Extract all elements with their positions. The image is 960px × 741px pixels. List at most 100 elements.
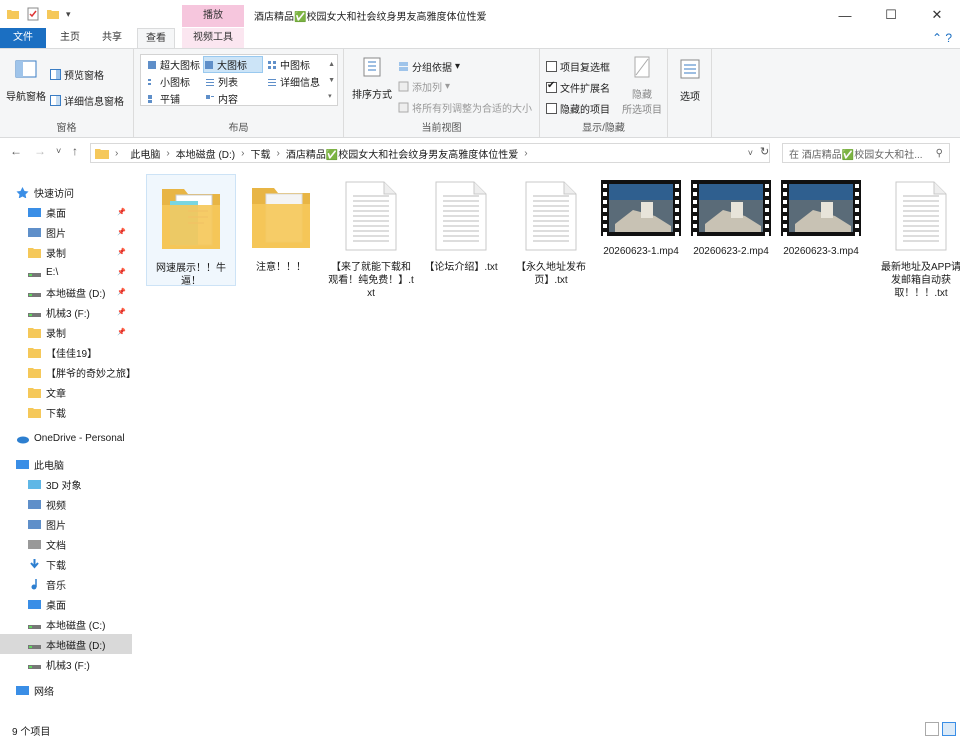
tab-video-tools[interactable]: 视频工具 (182, 28, 244, 48)
details-view-icon[interactable] (925, 722, 939, 736)
sidebar-item[interactable]: 本地磁盘 (C:) (0, 614, 132, 634)
search-input[interactable]: 在 酒店精品✅校园女大和社... (789, 146, 936, 161)
tab-share[interactable]: 共享 (94, 28, 130, 48)
file-list: 网速展示！！牛逼！ 注意！！！ 【来了就能下载和观看！纯免费！】.txt 【论坛介绍】… (140, 170, 960, 710)
sidebar-item[interactable]: E:\ 📌 (0, 262, 132, 282)
sidebar-item[interactable]: 文章 (0, 382, 132, 402)
tab-view[interactable]: 查看 (137, 28, 175, 48)
text-file-item[interactable]: 【来了就能下载和观看！纯免费！】.txt (326, 174, 416, 304)
tab-file[interactable]: 文件 (0, 28, 46, 48)
drive-icon (28, 624, 41, 629)
sidebar-item[interactable]: 网络 (0, 680, 132, 700)
item-checkboxes-checkbox[interactable] (546, 61, 557, 72)
sidebar-item[interactable]: 录制 📌 (0, 322, 132, 342)
sidebar-item[interactable]: 音乐 (0, 574, 132, 594)
recent-locations-button[interactable]: ˅ (56, 146, 61, 156)
video-file-item[interactable]: 20260623-1.mp4 (596, 174, 686, 304)
maximize-button[interactable]: ☐ (868, 0, 914, 30)
large-icons-view-icon[interactable] (942, 722, 956, 736)
nav-pane-button[interactable]: 导航窗格 (6, 57, 46, 103)
sidebar-item[interactable]: OneDrive - Personal (0, 428, 132, 448)
small-icons-option[interactable]: 小图标 (147, 74, 190, 89)
medium-icons-option[interactable]: 中图标 (267, 57, 310, 72)
refresh-button[interactable]: ↻ (760, 145, 769, 158)
sidebar-item[interactable]: 快速访问 (0, 182, 132, 202)
sidebar-item[interactable]: 视频 (0, 494, 132, 514)
sidebar-item[interactable]: 机械3 (F:) (0, 654, 132, 674)
sidebar-item-label: 图片 (46, 520, 66, 532)
sidebar-item[interactable]: 文档 (0, 534, 132, 554)
sidebar-item[interactable]: 桌面 📌 (0, 202, 132, 222)
sidebar-item[interactable]: 下载 (0, 554, 132, 574)
hide-selected-button[interactable]: 隐藏 所选项目 (620, 55, 664, 116)
sort-by-button[interactable]: 排序方式 (350, 55, 394, 101)
pin-icon[interactable]: 📌 (117, 328, 126, 336)
forward-button[interactable]: → (34, 144, 46, 158)
breadcrumb-drive-d[interactable]: 本地磁盘 (D:) (170, 146, 241, 161)
pin-icon[interactable]: 📌 (117, 308, 126, 316)
list-option[interactable]: 列表 (205, 74, 238, 89)
folder-item[interactable]: 网速展示！！牛逼！ (146, 174, 236, 287)
sidebar-item[interactable]: 图片 📌 (0, 222, 132, 242)
sidebar-item[interactable]: 图片 (0, 514, 132, 534)
folder-item[interactable]: 注意！！！ (236, 174, 326, 304)
add-columns-button[interactable]: 添加列 ▾ (398, 79, 450, 94)
breadcrumb-this-pc[interactable]: 此电脑 (124, 146, 166, 161)
content-option[interactable]: 内容 (205, 91, 238, 106)
sidebar-item[interactable]: 本地磁盘 (D:) (0, 634, 132, 654)
file-extensions-toggle[interactable]: 文件扩展名 (546, 80, 610, 95)
help-icon[interactable]: ⌃ ? (932, 31, 952, 45)
address-dropdown-icon[interactable]: ˅ (748, 148, 753, 158)
item-checkboxes-toggle[interactable]: 项目复选框 (546, 59, 610, 74)
group-by-button[interactable]: 分组依据 ▾ (398, 59, 460, 74)
file-extensions-checkbox[interactable] (546, 80, 557, 93)
layout-scroll-icon[interactable]: ▲ ▼ ▾ (328, 57, 335, 105)
tiles-option[interactable]: 平铺 (147, 91, 180, 106)
breadcrumb-current-folder[interactable]: 酒店精品✅校园女大和社会纹身男友高雅度体位性爱 (280, 146, 524, 161)
details-pane-button[interactable]: 详细信息窗格 (50, 93, 124, 108)
xl-icons-option[interactable]: 超大图标 (147, 57, 200, 72)
sidebar-item[interactable]: 录制 📌 (0, 242, 132, 262)
search-box[interactable]: 在 酒店精品✅校园女大和社... ⚲ (782, 143, 950, 163)
sidebar-item[interactable]: 下载 (0, 402, 132, 422)
pin-icon[interactable]: 📌 (117, 248, 126, 256)
minimize-button[interactable]: — (822, 0, 868, 30)
preview-pane-button[interactable]: 预览窗格 (50, 67, 104, 82)
large-icons-option[interactable]: 大图标 (203, 56, 263, 73)
sidebar-item[interactable]: 机械3 (F:) 📌 (0, 302, 132, 322)
sidebar-item[interactable]: 桌面 (0, 594, 132, 614)
text-file-item[interactable]: 【永久地址发布页】.txt (506, 174, 596, 304)
options-button[interactable]: 选项 (670, 57, 710, 103)
size-columns-button[interactable]: 将所有列调整为合适的大小 (398, 100, 532, 115)
video-file-item[interactable]: 20260623-3.mp4 (776, 174, 866, 304)
up-button[interactable]: ↑ (72, 144, 78, 158)
sidebar-item[interactable]: 此电脑 (0, 454, 132, 474)
text-file-item[interactable]: 【论坛介绍】.txt (416, 174, 506, 304)
new-folder-icon[interactable] (46, 7, 60, 21)
pin-icon[interactable]: 📌 (117, 268, 126, 276)
close-button[interactable]: ✕ (914, 0, 960, 30)
text-file-item[interactable]: 最新地址及APP请发邮箱自动获取！！！.txt (876, 174, 960, 304)
sidebar-item[interactable]: 【胖爷的奇妙之旅】 (0, 362, 132, 382)
address-bar[interactable]: › 此电脑 › 本地磁盘 (D:) › 下载 › 酒店精品✅校园女大和社会纹身男… (90, 143, 770, 163)
sidebar-item-label: 下载 (46, 560, 66, 572)
sidebar-item[interactable]: 本地磁盘 (D:) 📌 (0, 282, 132, 302)
breadcrumb-downloads[interactable]: 下载 (244, 146, 276, 161)
hidden-items-toggle[interactable]: 隐藏的项目 (546, 101, 610, 116)
context-tab-play[interactable]: 播放 (182, 5, 244, 27)
details-option[interactable]: 详细信息 (267, 74, 320, 89)
sidebar-item-label: 桌面 (46, 208, 66, 220)
sidebar-item[interactable]: 【佳佳19】 (0, 342, 132, 362)
video-file-item[interactable]: 20260623-2.mp4 (686, 174, 776, 304)
hidden-items-checkbox[interactable] (546, 103, 557, 114)
pin-icon[interactable]: 📌 (117, 288, 126, 296)
drive-icon (28, 664, 41, 669)
customize-qa-icon[interactable]: ▾ (66, 9, 71, 20)
pin-icon[interactable]: 📌 (117, 228, 126, 236)
video-thumbnail-icon (781, 180, 861, 236)
properties-icon[interactable] (26, 7, 40, 21)
tab-home[interactable]: 主页 (52, 28, 88, 48)
pin-icon[interactable]: 📌 (117, 208, 126, 216)
back-button[interactable]: ← (10, 144, 22, 158)
sidebar-item[interactable]: 3D 对象 (0, 474, 132, 494)
